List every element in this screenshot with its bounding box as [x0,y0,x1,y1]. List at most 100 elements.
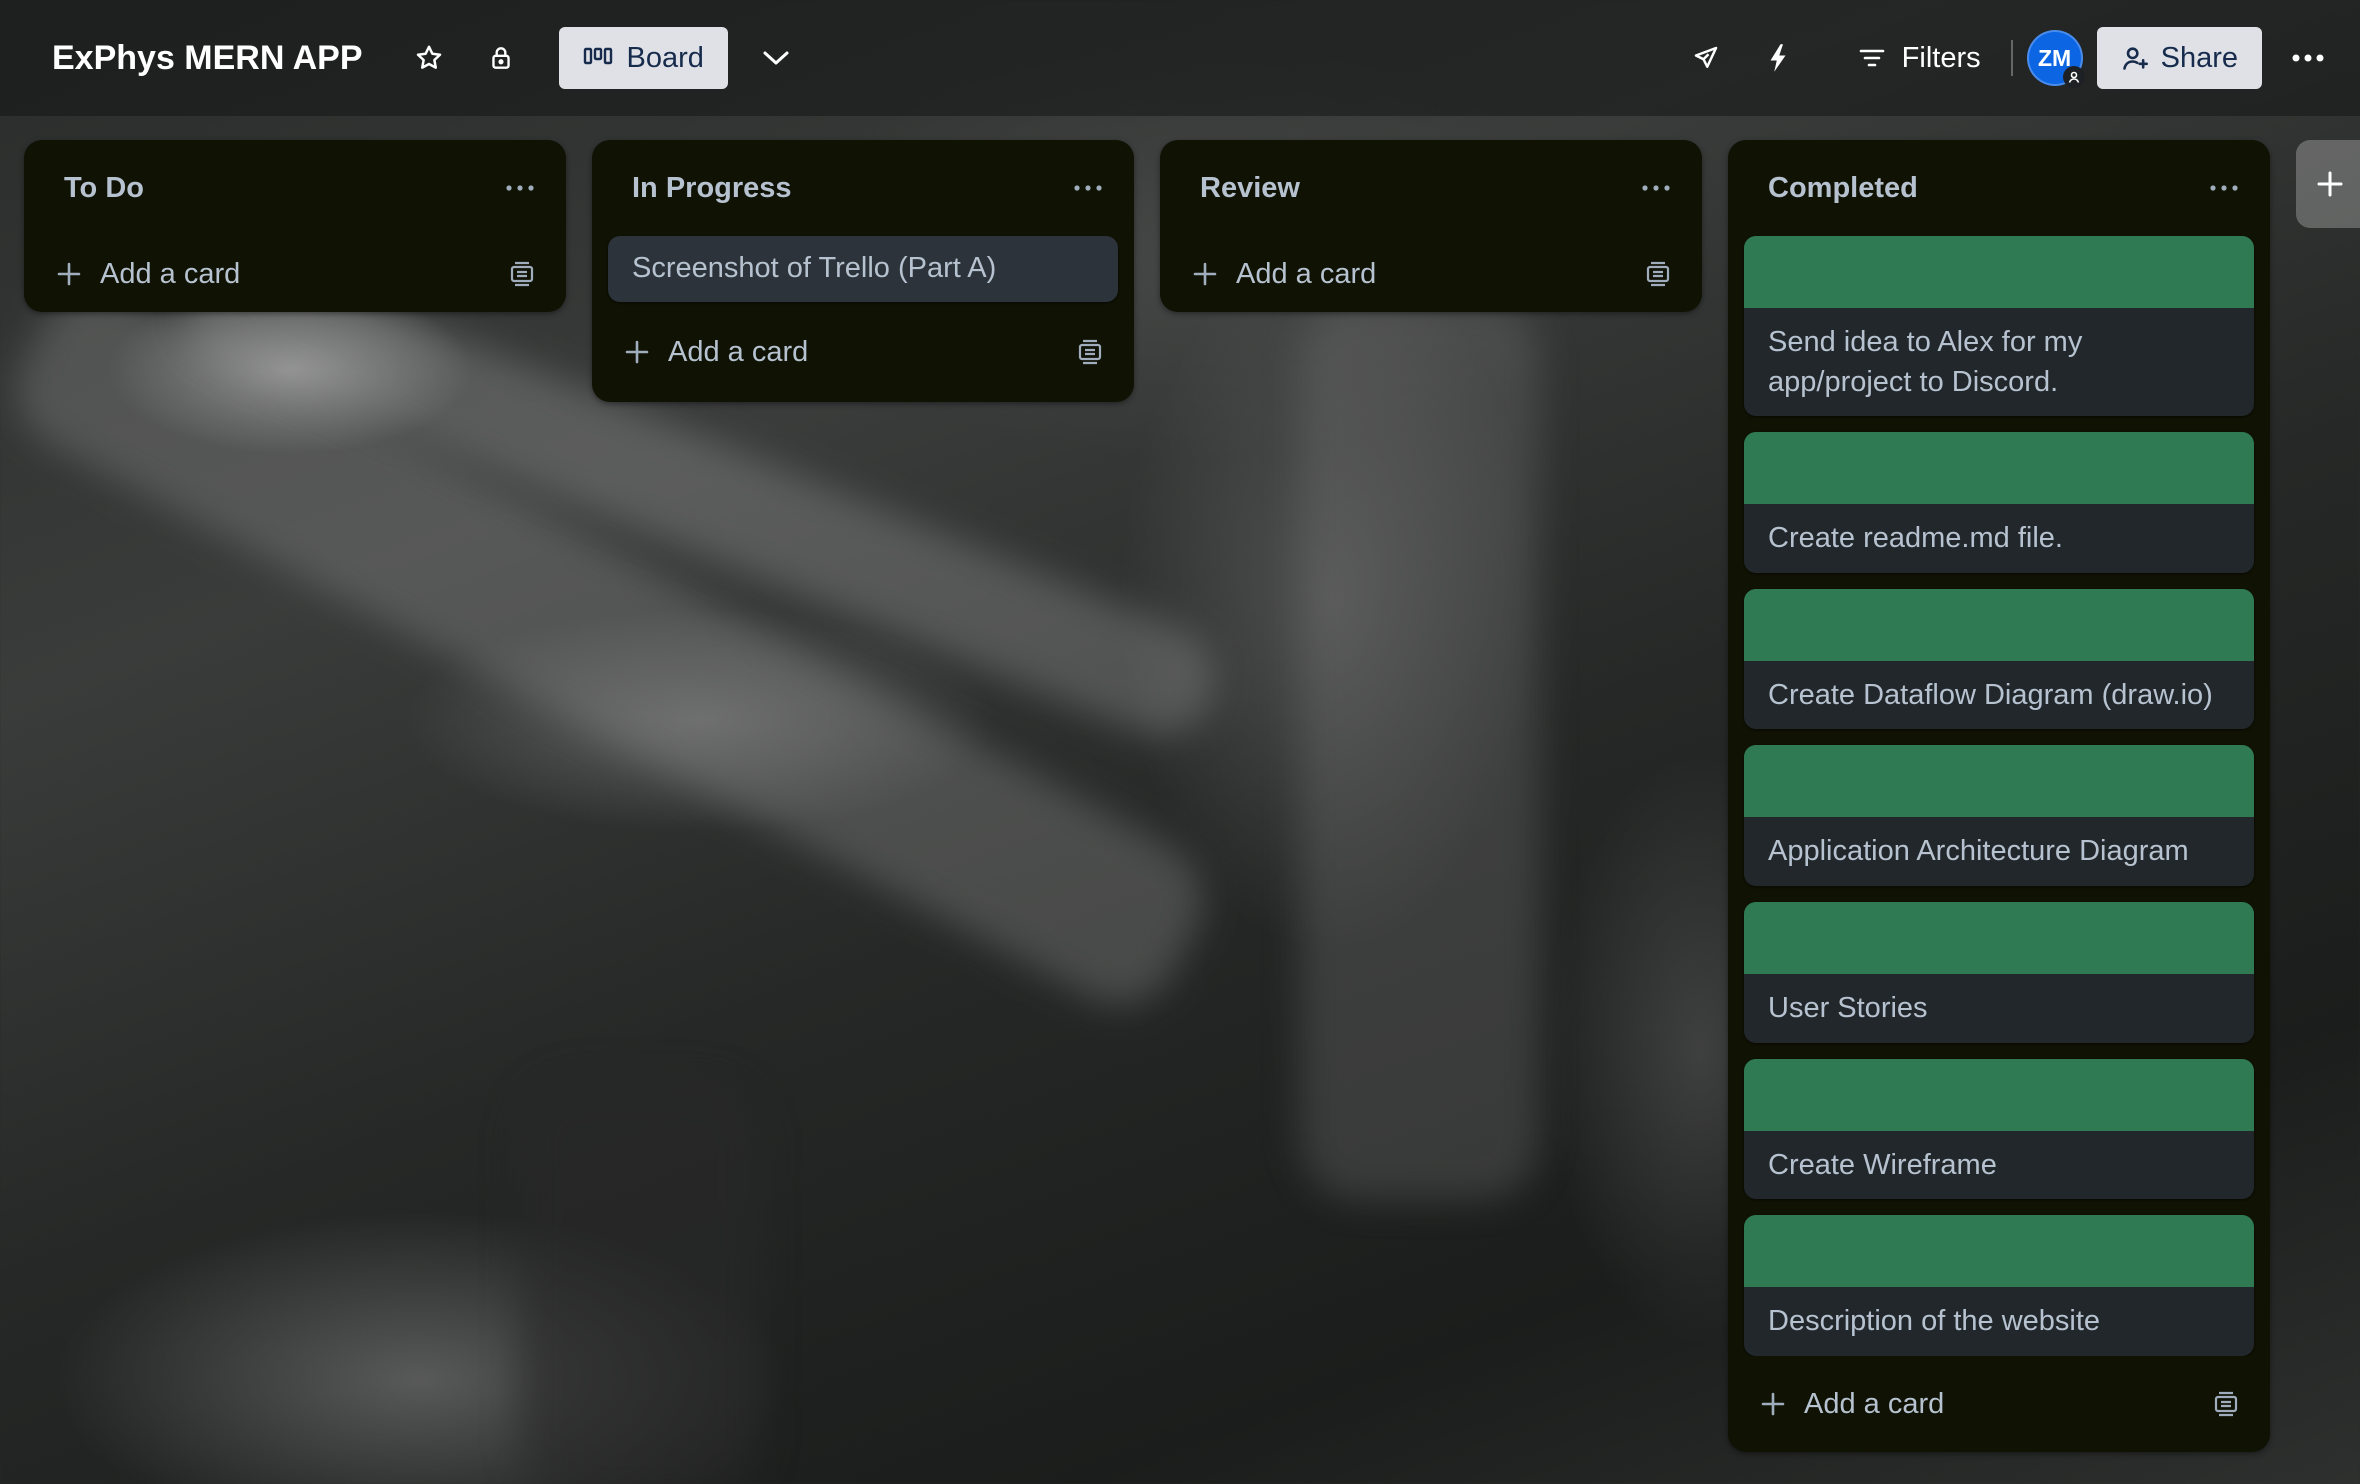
list-footer: Add a card [1160,236,1702,312]
more-icon [2292,54,2324,62]
list-menu-button[interactable] [494,162,546,214]
add-card-button[interactable]: Add a card [1192,258,1376,291]
lock-icon [491,47,510,69]
plus-icon [625,340,649,364]
card-title: Create Dataflow Diagram (draw.io) [1768,678,2213,711]
list-header: To Do [24,140,566,236]
plus-icon [57,262,81,286]
list-menu-button[interactable] [1062,162,1114,214]
list-footer: Add a card [1728,1356,2270,1452]
list-title[interactable]: Completed [1768,172,1918,205]
list-title[interactable]: In Progress [632,172,792,205]
list-title[interactable]: Review [1200,172,1300,205]
create-from-template-button[interactable] [1066,328,1114,376]
card-cover [1744,902,2254,975]
background-photo-shape [520,1080,760,1484]
add-card-button[interactable]: Add a card [56,258,240,291]
list-header: Review [1160,140,1702,236]
card-title: User Stories [1768,992,1928,1025]
board-view-button[interactable]: Board [558,27,728,89]
add-card-label: Add a card [1236,257,1377,290]
star-button[interactable] [403,32,455,84]
star-icon [416,45,441,69]
plus-icon [1761,1392,1785,1416]
card-title: Send idea to Alex for my app/project to … [1768,326,2083,398]
card[interactable]: Create Dataflow Diagram (draw.io) [1744,588,2254,730]
list-footer: Add a card [24,236,566,312]
plus-icon [1193,262,1217,286]
card-title: Create Wireframe [1768,1148,1997,1181]
person-icon [2068,71,2079,83]
board-header: ExPhys MERN APP Board Filters ZM Share [0,0,2360,116]
card[interactable]: Application Architecture Diagram [1744,745,2254,887]
board-menu-button[interactable] [2282,32,2334,84]
card[interactable]: Send idea to Alex for my app/project to … [1744,236,2254,417]
list-review: Review Add a card [1160,140,1702,312]
board-view-label: Board [626,41,704,74]
list-menu-button[interactable] [2198,162,2250,214]
plus-icon [2317,171,2343,197]
create-from-template-button[interactable] [2202,1380,2250,1428]
background-photo-shape [1300,300,1540,1200]
avatar[interactable]: ZM [2026,30,2085,88]
add-card-label: Add a card [100,257,241,290]
board-title[interactable]: ExPhys MERN APP [52,39,363,78]
power-ups-button[interactable] [1680,32,1732,84]
card[interactable]: Create Wireframe [1744,1058,2254,1200]
header-divider [2010,40,2013,76]
card-cover [1744,1058,2254,1131]
visibility-button[interactable] [475,32,527,84]
card[interactable]: Description of the website [1744,1215,2254,1356]
template-icon [510,261,534,287]
board-view-icon [583,47,612,65]
list-title[interactable]: To Do [64,172,144,205]
automation-button[interactable] [1752,32,1804,84]
add-card-button[interactable]: Add a card [1760,1388,1944,1421]
more-icon [506,185,534,191]
card-cover [1744,588,2254,661]
list-header: Completed [1728,140,2270,236]
rocket-icon [1694,46,1717,68]
more-icon [2210,185,2238,191]
create-from-template-button[interactable] [498,250,546,298]
add-card-button[interactable]: Add a card [624,336,808,369]
card-cover [1744,432,2254,505]
add-card-label: Add a card [1804,1387,1945,1420]
card-title: Description of the website [1768,1305,2101,1338]
card-cover [1744,745,2254,818]
chevron-down-icon [763,51,789,65]
list-footer: Add a card [592,302,1134,402]
create-from-template-button[interactable] [1634,250,1682,298]
add-list-button[interactable] [2296,140,2360,228]
card-list: Send idea to Alex for my app/project to … [1728,236,2270,1356]
template-icon [2214,1391,2238,1417]
filter-icon [1859,49,1884,67]
card[interactable]: User Stories [1744,902,2254,1043]
list-completed: Completed Send idea to Alex for my app/p… [1728,140,2270,1452]
card[interactable]: Create readme.md file. [1744,432,2254,573]
more-icon [1074,185,1102,191]
add-card-label: Add a card [668,335,809,368]
template-icon [1078,339,1102,365]
lightning-icon [1770,44,1786,72]
card[interactable]: Screenshot of Trello (Part A) [608,236,1118,302]
list-header: In Progress [592,140,1134,236]
list-to-do: To Do Add a card [24,140,566,312]
card-title: Application Architecture Diagram [1768,835,2189,868]
filters-label: Filters [1901,41,1981,74]
list-menu-button[interactable] [1630,162,1682,214]
filters-button[interactable]: Filters [1844,30,1995,86]
list-in-progress: In Progress Screenshot of Trello (Part A… [592,140,1134,402]
card-cover [1744,1215,2254,1288]
admin-badge [2062,66,2085,88]
view-switcher-button[interactable] [750,32,802,84]
share-button[interactable]: Share [2096,27,2262,89]
card-title: Screenshot of Trello (Part A) [632,252,997,284]
card-cover [1744,236,2254,308]
template-icon [1646,261,1670,287]
card-title: Create readme.md file. [1768,522,2063,555]
share-person-icon [2122,47,2148,70]
share-label: Share [2160,41,2238,74]
more-icon [1642,185,1670,191]
card-list: Screenshot of Trello (Part A) [592,236,1134,302]
